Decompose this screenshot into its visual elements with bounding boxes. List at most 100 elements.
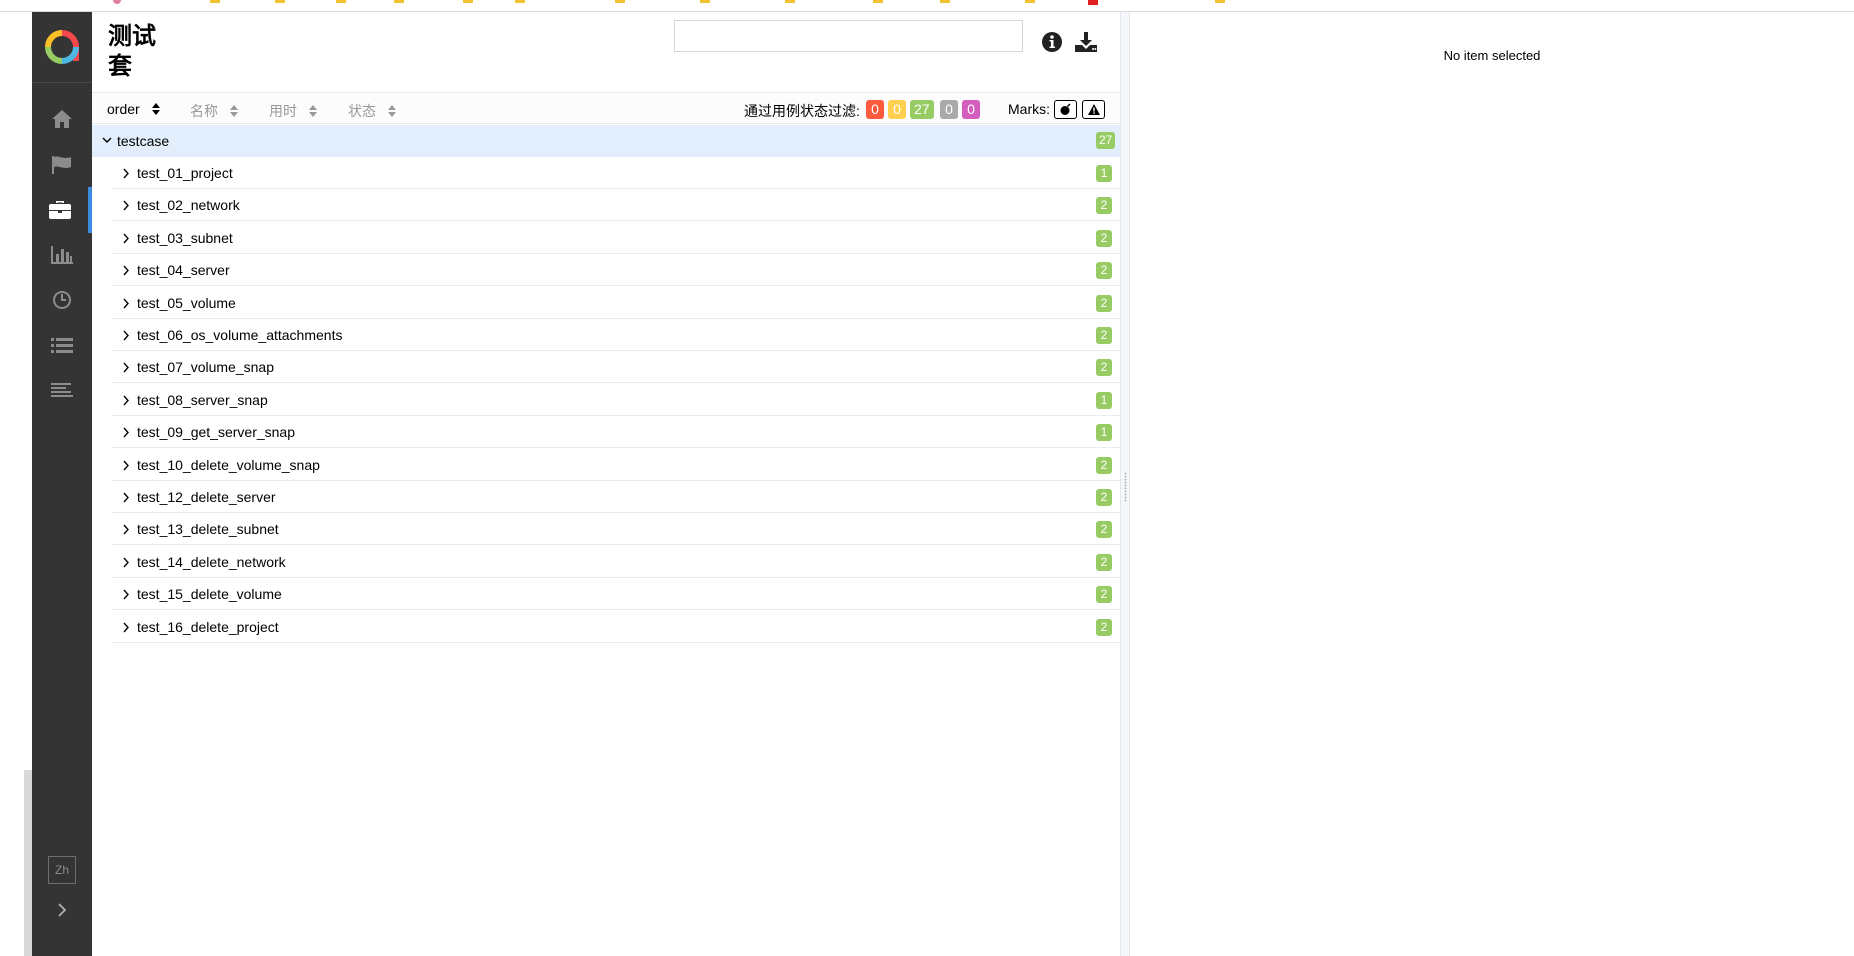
sort-icon xyxy=(151,103,160,115)
chevron-right-icon xyxy=(123,200,129,211)
info-button[interactable] xyxy=(1038,28,1066,56)
bookmark-folder-mark xyxy=(1215,0,1225,3)
flaky-icon xyxy=(1060,103,1071,115)
filter-failed-badge[interactable]: 0 xyxy=(866,100,884,119)
suite-count-badge: 2 xyxy=(1096,586,1112,604)
suite-row[interactable]: test_14_delete_network 2 xyxy=(112,546,1120,578)
list-icon xyxy=(51,338,73,353)
expand-sidebar-button[interactable] xyxy=(48,896,76,924)
allure-logo[interactable] xyxy=(32,12,92,83)
tree-group-count: 27 xyxy=(1096,132,1116,149)
chevron-right-icon xyxy=(123,168,129,179)
tab-favicon-mark xyxy=(113,0,121,4)
bookmark-folder-mark xyxy=(785,0,795,3)
suite-name: test_10_delete_volume_snap xyxy=(137,456,320,473)
chevron-right-icon xyxy=(123,427,129,438)
suite-row[interactable]: test_16_delete_project 2 xyxy=(112,611,1120,643)
info-icon xyxy=(1042,32,1062,52)
filter-unknown-badge[interactable]: 0 xyxy=(962,100,980,119)
bookmark-folder-mark xyxy=(210,0,220,3)
suite-count-badge: 2 xyxy=(1096,456,1112,474)
mark-flaky-button[interactable] xyxy=(1054,100,1077,119)
empty-message: No item selected xyxy=(1443,48,1541,63)
bookmark-folder-mark xyxy=(515,0,525,3)
suite-name: test_15_delete_volume xyxy=(137,586,282,603)
nav-categories[interactable] xyxy=(32,142,92,188)
download-icon xyxy=(1075,32,1097,52)
allure-logo-icon xyxy=(45,30,79,64)
bookmark-folder-mark xyxy=(615,0,625,3)
bookmark-folder-mark xyxy=(873,0,883,3)
bookmark-folder-mark xyxy=(700,0,710,3)
suite-count-badge: 2 xyxy=(1096,521,1112,539)
suite-count-badge: 2 xyxy=(1096,553,1112,571)
suite-row[interactable]: test_04_server 2 xyxy=(112,254,1120,287)
language-switch-button[interactable]: Zh xyxy=(48,856,76,884)
chevron-right-icon xyxy=(123,622,129,633)
suite-row[interactable]: test_07_volume_snap 2 xyxy=(112,351,1120,384)
filter-passed-badge[interactable]: 27 xyxy=(910,100,934,119)
suite-name: test_06_os_volume_attachments xyxy=(137,327,343,343)
chevron-right-icon xyxy=(123,524,129,535)
suite-row[interactable]: test_03_subnet 2 xyxy=(112,222,1120,254)
sort-by-duration[interactable]: 用时 xyxy=(269,101,317,121)
suite-count-badge: 2 xyxy=(1096,327,1112,344)
bar-chart-icon xyxy=(51,246,73,264)
suite-count-badge: 2 xyxy=(1096,294,1112,312)
suite-name: test_02_network xyxy=(137,197,240,214)
sort-label: 用时 xyxy=(269,103,297,119)
suite-count-badge: 2 xyxy=(1096,262,1112,280)
sort-icon xyxy=(309,105,317,117)
sort-label: order xyxy=(107,101,140,117)
bookmark-folder-mark xyxy=(336,0,346,3)
suite-count-badge: 1 xyxy=(1096,424,1112,442)
tree-group-testcase[interactable]: testcase 27 xyxy=(92,125,1120,157)
suite-row[interactable]: test_05_volume 2 xyxy=(112,287,1120,319)
sort-icon xyxy=(230,105,238,117)
suite-row[interactable]: test_06_os_volume_attachments 2 xyxy=(112,319,1120,351)
suite-name: test_16_delete_project xyxy=(137,618,279,635)
suite-row[interactable]: test_12_delete_server 2 xyxy=(112,481,1120,513)
suite-row[interactable]: test_09_get_server_snap 1 xyxy=(112,416,1120,449)
filter-broken-badge[interactable]: 0 xyxy=(888,100,906,119)
sort-label: 名称 xyxy=(190,103,218,119)
search-input[interactable] xyxy=(674,20,1023,52)
splitter-grip[interactable] xyxy=(1124,472,1127,502)
nav-timeline[interactable] xyxy=(32,277,92,323)
suite-row[interactable]: test_10_delete_volume_snap 2 xyxy=(112,449,1120,481)
suite-name: test_04_server xyxy=(137,262,230,279)
marks-label: Marks: xyxy=(1008,101,1050,117)
suite-row[interactable]: test_08_server_snap 1 xyxy=(112,384,1120,416)
suite-row[interactable]: test_13_delete_subnet 2 xyxy=(112,513,1120,546)
sort-by-status[interactable]: 状态 xyxy=(348,101,396,121)
briefcase-icon xyxy=(49,201,71,219)
suite-count-badge: 1 xyxy=(1096,391,1112,409)
suite-name: test_01_project xyxy=(137,165,233,181)
suite-count-badge: 2 xyxy=(1096,229,1112,247)
chevron-right-icon xyxy=(123,330,129,341)
mark-new-failed-button[interactable] xyxy=(1082,100,1105,119)
suite-count-badge: 2 xyxy=(1096,197,1112,215)
browser-top-strip xyxy=(0,0,1854,12)
sort-label: 状态 xyxy=(348,103,376,119)
suite-row[interactable]: test_15_delete_volume 2 xyxy=(112,578,1120,611)
suite-count-badge: 2 xyxy=(1096,618,1112,636)
nav-behaviors[interactable] xyxy=(32,323,92,369)
sort-by-order[interactable]: order xyxy=(107,101,160,117)
bookmark-red-mark xyxy=(1088,0,1098,5)
bookmark-folder-mark xyxy=(275,0,285,3)
pane-splitter[interactable] xyxy=(1120,12,1130,956)
home-icon xyxy=(52,110,72,128)
chevron-right-icon xyxy=(123,395,129,406)
nav-graphs[interactable] xyxy=(32,232,92,278)
download-button[interactable] xyxy=(1072,28,1100,56)
nav-overview[interactable] xyxy=(32,96,92,142)
new-failed-icon xyxy=(1087,104,1100,115)
filter-skipped-badge[interactable]: 0 xyxy=(940,100,958,119)
sidebar: Zh xyxy=(32,12,92,956)
suite-row[interactable]: test_02_network 2 xyxy=(112,189,1120,222)
nav-packages[interactable] xyxy=(32,368,92,414)
sort-by-name[interactable]: 名称 xyxy=(190,101,238,121)
suite-row[interactable]: test_01_project 1 xyxy=(112,157,1120,189)
nav-suites[interactable] xyxy=(32,187,92,233)
